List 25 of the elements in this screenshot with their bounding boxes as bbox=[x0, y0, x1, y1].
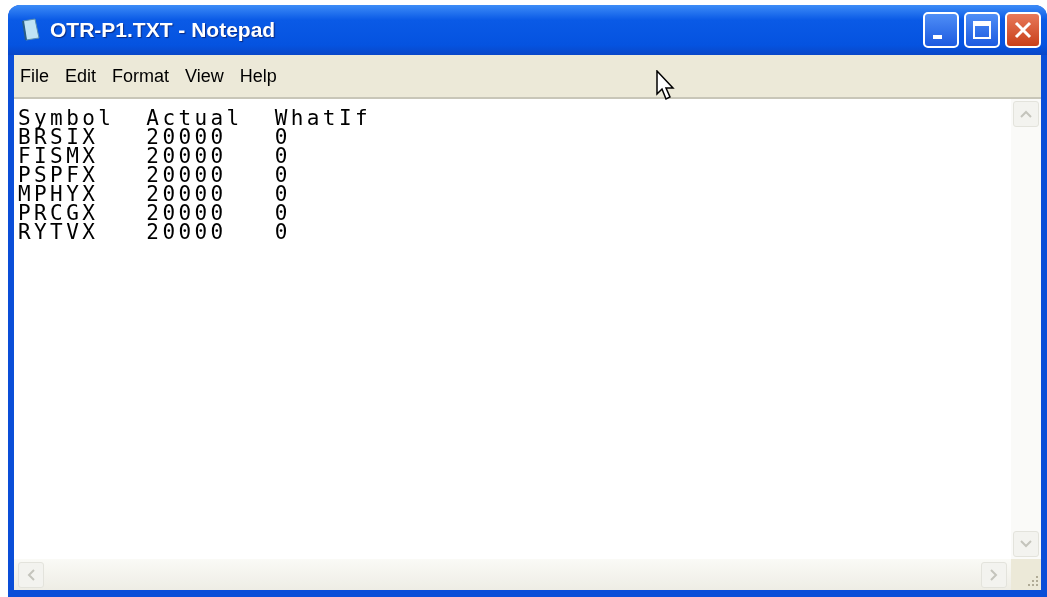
text-line: RYTVX 20000 0 bbox=[18, 223, 291, 242]
text-line: MPHYX 20000 0 bbox=[18, 185, 291, 204]
vertical-scrollbar[interactable] bbox=[1011, 99, 1041, 559]
scroll-down-button[interactable] bbox=[1013, 531, 1039, 557]
window-title: OTR-P1.TXT - Notepad bbox=[50, 18, 277, 42]
minimize-icon bbox=[932, 35, 942, 39]
menu-item[interactable]: Format bbox=[112, 65, 170, 87]
minimize-button[interactable] bbox=[923, 12, 959, 48]
menu-item[interactable]: View bbox=[185, 65, 224, 87]
scroll-up-button[interactable] bbox=[1013, 101, 1039, 127]
resize-grip-icon[interactable] bbox=[1025, 574, 1039, 588]
menu-item[interactable]: Edit bbox=[65, 65, 97, 87]
notepad-icon bbox=[20, 18, 42, 42]
text-line: Symbol Actual WhatIf bbox=[18, 109, 371, 128]
menu-item[interactable]: File bbox=[20, 65, 49, 87]
maximize-button[interactable] bbox=[964, 12, 1000, 48]
scroll-right-button[interactable] bbox=[981, 561, 1007, 588]
close-button[interactable] bbox=[1005, 12, 1041, 48]
text-line: BRSIX 20000 0 bbox=[18, 128, 291, 147]
text-line: PSPFX 20000 0 bbox=[18, 166, 291, 185]
scroll-left-button[interactable] bbox=[18, 561, 44, 588]
text-line: PRCGX 20000 0 bbox=[18, 204, 291, 223]
menu-item[interactable]: Help bbox=[239, 65, 277, 87]
text-line: FISMX 20000 0 bbox=[18, 147, 291, 166]
horizontal-scrollbar[interactable] bbox=[14, 559, 1011, 590]
